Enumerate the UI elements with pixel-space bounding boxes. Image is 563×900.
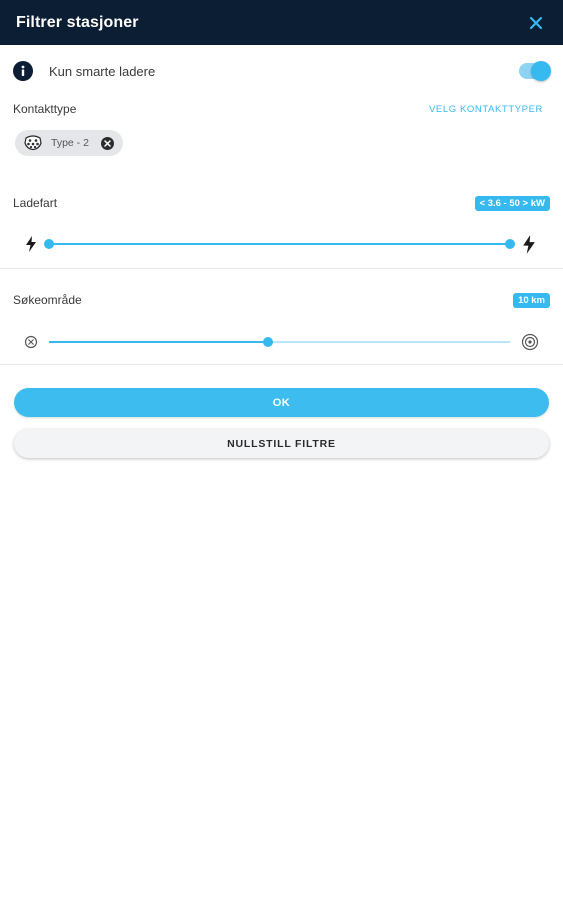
- search-area-thumb[interactable]: [262, 337, 273, 347]
- reset-filters-button[interactable]: NULLSTILL FILTRE: [14, 429, 549, 458]
- connector-type-row: Kontakttype VELG KONTAKTTYPER: [0, 98, 563, 120]
- page-title: Filtrer stasjoner: [16, 13, 139, 31]
- type2-plug-icon: [24, 135, 42, 151]
- remove-chip-icon: [104, 139, 111, 147]
- radius-small-icon: [20, 331, 42, 353]
- charging-speed-slider[interactable]: [0, 229, 563, 259]
- lightning-icon: [20, 233, 42, 255]
- close-icon: [529, 16, 543, 29]
- charging-speed-badge: < 3.6 - 50 > kW: [474, 195, 550, 211]
- search-area-badge: 10 km: [513, 292, 550, 308]
- search-area-slider[interactable]: [0, 327, 563, 357]
- charging-speed-track[interactable]: [49, 243, 510, 245]
- chip-label: Type - 2: [51, 137, 89, 149]
- connector-chip-type2[interactable]: Type - 2: [15, 130, 123, 156]
- smart-chargers-label: Kun smarte ladere: [49, 63, 156, 79]
- search-area-track[interactable]: [49, 341, 510, 343]
- top-bar: Filtrer stasjoner: [0, 0, 563, 45]
- toggle-knob: [531, 61, 551, 81]
- remove-chip-button[interactable]: [100, 136, 114, 150]
- info-icon[interactable]: [13, 61, 33, 81]
- divider: [0, 364, 563, 365]
- charging-speed-label: Ladefart: [13, 196, 58, 210]
- radius-large-icon: [519, 331, 541, 353]
- ok-button[interactable]: OK: [14, 388, 549, 417]
- connector-type-label: Kontakttype: [13, 102, 77, 116]
- smart-chargers-toggle[interactable]: [519, 61, 551, 81]
- charging-speed-row: Ladefart < 3.6 - 50 > kW: [0, 193, 563, 213]
- smart-chargers-row: Kun smarte ladere: [0, 55, 563, 87]
- search-area-fill: [49, 341, 268, 343]
- charging-speed-min-thumb[interactable]: [44, 239, 54, 249]
- select-connector-types-link[interactable]: VELG KONTAKTTYPER: [429, 104, 543, 115]
- lightning-icon: [518, 233, 540, 255]
- search-area-row: Søkeområde 10 km: [0, 290, 563, 310]
- charging-speed-max-thumb[interactable]: [505, 239, 515, 249]
- close-button[interactable]: [525, 12, 547, 34]
- charging-speed-range: [49, 243, 510, 245]
- divider: [0, 268, 563, 269]
- search-area-label: Søkeområde: [13, 293, 82, 307]
